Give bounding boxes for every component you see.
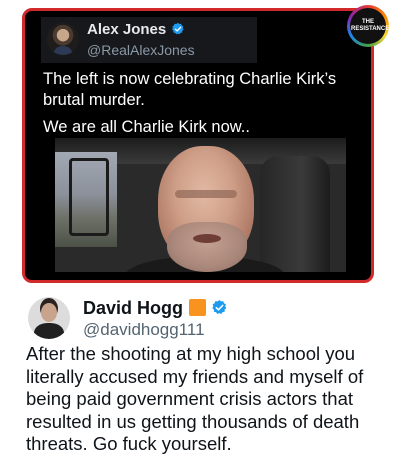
badge-text: THE RESISTANCE — [351, 19, 390, 32]
reply-text-line: threats. Go fuck yourself. — [26, 433, 232, 454]
reply-text-line: After the shooting at my high school you — [26, 343, 356, 364]
reply-text-line: being paid government crisis actors that — [26, 388, 354, 409]
reply-tweet-text: After the shooting at my high school you… — [26, 343, 398, 456]
quoted-tweet-text-line: We are all Charlie Kirk now.. — [43, 118, 250, 136]
quoted-tweet-text-line: brutal murder. — [43, 91, 145, 109]
badge-inner: THE RESISTANCE — [350, 8, 390, 44]
quoted-author-handle: @RealAlexJones — [87, 42, 195, 58]
car-window-frame — [69, 158, 109, 236]
quoted-author-name: Alex Jones — [87, 21, 167, 38]
reply-author-handle[interactable]: @davidhogg111 — [83, 319, 205, 341]
person-beard — [167, 222, 247, 272]
person-mouth — [193, 234, 221, 243]
verified-badge-icon — [211, 299, 228, 316]
orange-square-icon — [189, 299, 207, 316]
quoted-tweet-header: Alex Jones @RealAlexJones — [41, 17, 257, 63]
person-brow — [175, 190, 237, 198]
quoted-author-avatar — [47, 23, 79, 55]
verified-badge-icon — [171, 22, 185, 36]
quoted-tweet-text-line: The left is now celebrating Charlie Kirk… — [43, 70, 337, 88]
resistance-badge-logo: THE RESISTANCE — [347, 5, 389, 47]
car-seat — [260, 156, 330, 272]
quoted-author-name-row: Alex Jones — [87, 21, 185, 39]
quoted-tweet-card: Alex Jones @RealAlexJones The left is no… — [22, 8, 374, 283]
reply-author-avatar[interactable] — [28, 297, 70, 339]
reply-author-name: David Hogg — [83, 298, 184, 318]
reply-text-line: literally accused my friends and myself … — [26, 365, 364, 387]
video-thumbnail[interactable] — [55, 138, 346, 272]
reply-author-name-row[interactable]: David Hogg — [83, 297, 228, 319]
reply-text-line: resulted in us getting thousands of deat… — [26, 410, 360, 432]
